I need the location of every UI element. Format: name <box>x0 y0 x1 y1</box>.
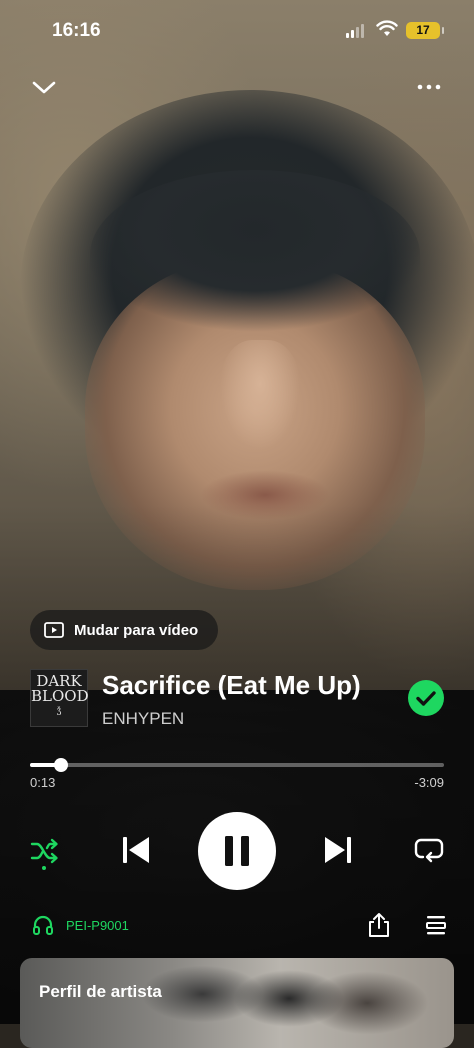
track-artist[interactable]: ENHYPEN <box>102 709 184 729</box>
shuffle-icon[interactable] <box>30 836 60 870</box>
status-time: 16:16 <box>52 20 101 41</box>
repeat-icon[interactable] <box>414 836 444 864</box>
progress-handle[interactable] <box>53 758 68 772</box>
pause-button[interactable] <box>198 812 276 890</box>
device-name: PEI-P9001 <box>66 917 129 933</box>
progress-bar[interactable] <box>30 758 444 772</box>
cover-emblem: ǯ <box>56 706 62 715</box>
switch-to-video-label: Mudar para vídeo <box>74 621 199 639</box>
track-title[interactable]: Sacrifice (Eat Me Up) <box>102 670 361 701</box>
battery-icon: 17 <box>406 22 444 39</box>
video-play-icon <box>44 622 64 638</box>
more-options-icon[interactable] <box>414 78 444 96</box>
elapsed-time: 0:13 <box>30 775 56 790</box>
artist-profile-card[interactable]: Perfil de artista <box>20 958 454 1048</box>
remaining-time: -3:09 <box>414 775 444 790</box>
cover-text-line2: BLOOD <box>31 687 89 705</box>
chevron-down-icon[interactable] <box>30 76 58 98</box>
liked-button[interactable] <box>408 680 444 716</box>
wifi-icon <box>376 20 398 36</box>
connected-device[interactable]: PEI-P9001 <box>32 914 129 936</box>
check-icon <box>416 691 436 706</box>
status-bar: 16:16 17 <box>0 0 474 60</box>
share-icon[interactable] <box>368 912 390 938</box>
artist-profile-title: Perfil de artista <box>39 982 162 1001</box>
next-track-icon[interactable] <box>322 834 354 866</box>
queue-icon[interactable] <box>426 914 446 936</box>
cellular-signal-icon <box>346 24 364 38</box>
album-cover[interactable]: DARK BLOOD ǯ <box>30 669 89 727</box>
headphones-icon <box>33 915 53 935</box>
previous-track-icon[interactable] <box>120 834 152 866</box>
pause-icon <box>225 836 249 866</box>
switch-to-video-button[interactable]: Mudar para vídeo <box>30 610 218 650</box>
